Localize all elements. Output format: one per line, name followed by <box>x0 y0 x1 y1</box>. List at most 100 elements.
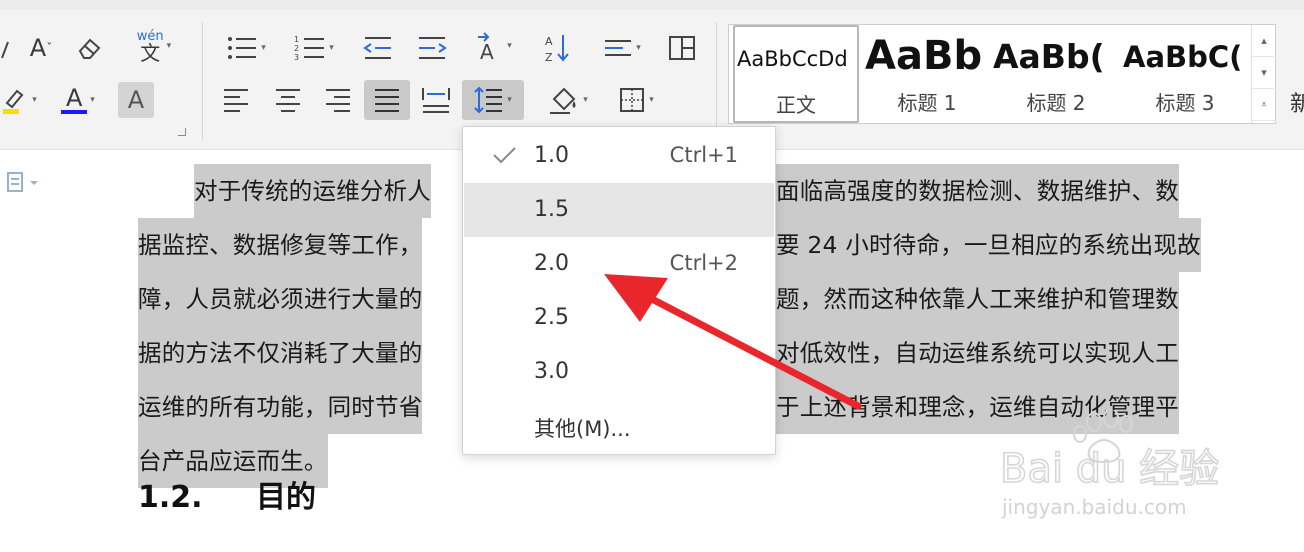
svg-text:A: A <box>480 40 494 61</box>
highlighter-icon <box>3 89 24 114</box>
pinyin-guide-button[interactable]: wén 文 ▾ <box>124 28 184 64</box>
svg-text:A: A <box>545 35 553 48</box>
baidu-paw-logo: Bai du 经验 jingyan.baidu.com <box>999 408 1220 519</box>
checkmark-icon <box>493 147 516 164</box>
font-color-button[interactable]: A ▾ <box>52 82 104 118</box>
style-heading-1[interactable]: AaBb 标题 1 <box>863 25 991 123</box>
menu-item-value: 2.5 <box>534 305 569 330</box>
text-line: 据监控、数据修复等工作， <box>138 218 423 272</box>
text-line: 面临高强度的数据检测、数据维护、数 <box>776 164 1179 218</box>
font-dialog-launcher[interactable] <box>178 128 186 136</box>
section-heading[interactable]: 1.2. 目的 <box>138 472 316 516</box>
style-sample: AaBb <box>865 33 983 79</box>
align-left-button[interactable] <box>214 82 258 118</box>
justify-icon <box>375 89 399 112</box>
gallery-scroll-down[interactable]: ▾ <box>1252 57 1276 89</box>
style-name: 标题 3 <box>1155 91 1215 115</box>
justify-button[interactable] <box>364 80 410 120</box>
style-name: 正文 <box>776 93 816 117</box>
font-shrink-button[interactable]: Aˇ <box>20 30 62 66</box>
style-name: 标题 2 <box>1026 91 1086 115</box>
ribbon-tab-strip <box>0 0 1304 10</box>
menu-item-other[interactable]: 其他(M)... <box>464 399 774 453</box>
gallery-scroll: ▴ ▾ ⩡ <box>1251 25 1276 123</box>
clear-format-button[interactable] <box>70 30 110 66</box>
baidu-watermark: Bai du 经验 jingyan.baidu.com <box>998 408 1238 530</box>
menu-item-1-5[interactable]: 1.5 <box>464 183 774 237</box>
align-center-icon <box>276 89 300 112</box>
align-right-icon <box>326 89 350 112</box>
increase-indent-button[interactable] <box>410 30 454 66</box>
style-heading-3[interactable]: AaBbC( 标题 3 <box>1121 25 1249 123</box>
heading-text: 目的 <box>256 480 316 515</box>
bullet-list-icon <box>228 37 257 59</box>
borders-button[interactable]: ▾ <box>608 82 664 118</box>
text-line: 对低效性，自动运维系统可以实现人工 <box>776 326 1179 380</box>
menu-item-shortcut: Ctrl+1 <box>669 143 738 167</box>
paint-bucket-icon <box>550 87 576 114</box>
font-color-label: A <box>66 84 83 112</box>
style-sample: AaBbC( <box>1123 40 1243 74</box>
table-tools-button[interactable] <box>660 30 704 66</box>
line-spacing-button[interactable]: ▾ <box>462 80 524 120</box>
gallery-expand[interactable]: ⩡ <box>1252 89 1276 121</box>
highlighter-button[interactable]: ▾ <box>0 82 40 118</box>
line-spacing-menu: 1.0 Ctrl+1 1.5 2.0 Ctrl+2 2.5 3.0 其他(M).… <box>462 126 776 455</box>
group-separator <box>202 22 203 140</box>
watermark-url: jingyan.baidu.com <box>1001 495 1187 519</box>
style-normal[interactable]: AaBbCcDd 正文 <box>733 25 859 123</box>
style-name: 标题 1 <box>897 91 957 115</box>
menu-item-value: 2.0 <box>534 251 569 276</box>
style-sample: AaBb( <box>993 37 1105 76</box>
svg-text:2: 2 <box>294 44 299 53</box>
decrease-indent-button[interactable] <box>356 30 400 66</box>
menu-item-3-0[interactable]: 3.0 <box>464 345 774 399</box>
svg-text:1: 1 <box>294 35 299 44</box>
pinyin-char: 文 <box>140 40 161 65</box>
document-icon <box>7 172 38 192</box>
sort-button[interactable]: AZ <box>536 30 580 66</box>
chinese-layout-button[interactable]: A ▾ <box>464 28 522 64</box>
shading-button[interactable]: ▾ <box>538 82 598 118</box>
show-hide-button[interactable]: ▾ <box>594 30 650 66</box>
text-line: 运维的所有功能，同时节省 <box>138 380 423 434</box>
menu-item-2-5[interactable]: 2.5 <box>464 291 774 345</box>
app-window: { "ribbon": { "font_buttons": { "font_sh… <box>0 0 1304 552</box>
bullets-button[interactable]: ▾ <box>218 30 274 66</box>
svg-text:Z: Z <box>545 51 553 63</box>
outdent-icon <box>363 37 391 59</box>
text-line: 据的方法不仅消耗了大量的 <box>138 326 423 380</box>
menu-item-shortcut: Ctrl+2 <box>669 251 738 275</box>
numbering-button[interactable]: 1 2 3 ▾ <box>286 30 342 66</box>
spacing-toggle-icon <box>605 40 632 56</box>
styles-gallery: AaBbCcDd 正文 AaBb 标题 1 AaBb( 标题 2 AaBbC( … <box>728 24 1276 124</box>
font-shrink-label: A <box>29 34 47 62</box>
text-line: 对于传统的运维分析人 <box>194 164 431 218</box>
heading-number: 1.2. <box>138 480 203 515</box>
char-shading-label: A <box>127 86 145 114</box>
gallery-scroll-up[interactable]: ▴ <box>1252 25 1276 57</box>
navigation-pane-icon[interactable] <box>6 172 40 198</box>
text-line: 要 24 小时待命，一旦相应的系统出现故 <box>776 218 1201 272</box>
style-sample: AaBbCcDd <box>737 47 848 71</box>
menu-item-2-0[interactable]: 2.0 Ctrl+2 <box>464 237 774 291</box>
menu-item-value: 其他(M)... <box>534 417 631 441</box>
new-style-cutoff[interactable]: 新 <box>1290 86 1304 118</box>
menu-item-1-0[interactable]: 1.0 Ctrl+1 <box>464 129 774 183</box>
character-shading-button[interactable]: A <box>118 82 154 118</box>
cut-off-button[interactable] <box>0 32 14 68</box>
distribute-icon <box>422 88 450 113</box>
text-direction-icon: A <box>478 32 494 61</box>
align-right-button[interactable] <box>316 82 360 118</box>
indent-icon <box>419 37 447 59</box>
menu-item-value: 1.0 <box>534 143 569 168</box>
align-center-button[interactable] <box>266 82 310 118</box>
style-heading-2[interactable]: AaBb( 标题 2 <box>991 25 1121 123</box>
menu-item-value: 1.5 <box>534 197 569 222</box>
distributed-button[interactable] <box>414 82 458 118</box>
font-color-swatch <box>61 110 88 114</box>
align-left-icon <box>224 89 248 112</box>
text-line: 障，人员就必须进行大量的 <box>138 272 423 326</box>
table-split-icon <box>669 36 695 60</box>
eraser-icon <box>78 38 101 59</box>
